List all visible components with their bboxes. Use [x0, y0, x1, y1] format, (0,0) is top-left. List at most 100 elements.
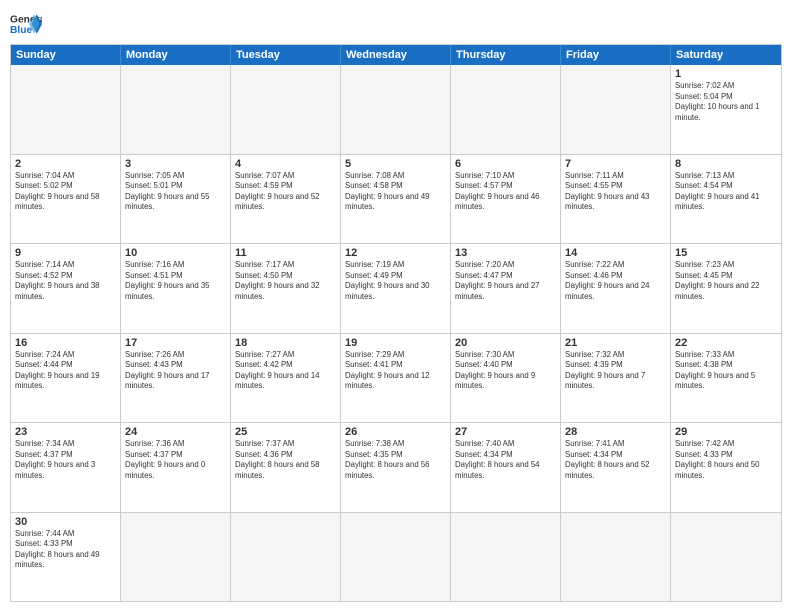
day-info: Sunrise: 7:36 AM Sunset: 4:37 PM Dayligh…	[125, 439, 226, 481]
day-info: Sunrise: 7:13 AM Sunset: 4:54 PM Dayligh…	[675, 171, 777, 213]
logo-icon: General Blue	[10, 10, 42, 38]
calendar-cell	[121, 65, 231, 154]
calendar-cell: 19Sunrise: 7:29 AM Sunset: 4:41 PM Dayli…	[341, 334, 451, 423]
calendar-cell	[121, 513, 231, 602]
day-info: Sunrise: 7:30 AM Sunset: 4:40 PM Dayligh…	[455, 350, 556, 392]
day-info: Sunrise: 7:33 AM Sunset: 4:38 PM Dayligh…	[675, 350, 777, 392]
day-info: Sunrise: 7:17 AM Sunset: 4:50 PM Dayligh…	[235, 260, 336, 302]
svg-text:Blue: Blue	[10, 25, 32, 36]
calendar-cell: 12Sunrise: 7:19 AM Sunset: 4:49 PM Dayli…	[341, 244, 451, 333]
day-number: 3	[125, 158, 226, 170]
calendar-cell: 30Sunrise: 7:44 AM Sunset: 4:33 PM Dayli…	[11, 513, 121, 602]
day-info: Sunrise: 7:11 AM Sunset: 4:55 PM Dayligh…	[565, 171, 666, 213]
calendar-cell: 26Sunrise: 7:38 AM Sunset: 4:35 PM Dayli…	[341, 423, 451, 512]
calendar-cell: 8Sunrise: 7:13 AM Sunset: 4:54 PM Daylig…	[671, 155, 781, 244]
header-day-thursday: Thursday	[451, 45, 561, 65]
calendar-cell: 3Sunrise: 7:05 AM Sunset: 5:01 PM Daylig…	[121, 155, 231, 244]
day-number: 8	[675, 158, 777, 170]
day-info: Sunrise: 7:22 AM Sunset: 4:46 PM Dayligh…	[565, 260, 666, 302]
calendar-cell: 10Sunrise: 7:16 AM Sunset: 4:51 PM Dayli…	[121, 244, 231, 333]
calendar-cell	[671, 513, 781, 602]
day-info: Sunrise: 7:04 AM Sunset: 5:02 PM Dayligh…	[15, 171, 116, 213]
calendar-cell: 7Sunrise: 7:11 AM Sunset: 4:55 PM Daylig…	[561, 155, 671, 244]
calendar: SundayMondayTuesdayWednesdayThursdayFrid…	[10, 44, 782, 602]
day-number: 29	[675, 426, 777, 438]
day-number: 28	[565, 426, 666, 438]
day-info: Sunrise: 7:08 AM Sunset: 4:58 PM Dayligh…	[345, 171, 446, 213]
day-info: Sunrise: 7:14 AM Sunset: 4:52 PM Dayligh…	[15, 260, 116, 302]
calendar-cell: 15Sunrise: 7:23 AM Sunset: 4:45 PM Dayli…	[671, 244, 781, 333]
calendar-cell: 9Sunrise: 7:14 AM Sunset: 4:52 PM Daylig…	[11, 244, 121, 333]
calendar-week-1: 2Sunrise: 7:04 AM Sunset: 5:02 PM Daylig…	[11, 155, 781, 245]
calendar-cell: 20Sunrise: 7:30 AM Sunset: 4:40 PM Dayli…	[451, 334, 561, 423]
calendar-cell: 24Sunrise: 7:36 AM Sunset: 4:37 PM Dayli…	[121, 423, 231, 512]
calendar-cell: 1Sunrise: 7:02 AM Sunset: 5:04 PM Daylig…	[671, 65, 781, 154]
calendar-header: SundayMondayTuesdayWednesdayThursdayFrid…	[11, 45, 781, 65]
calendar-body: 1Sunrise: 7:02 AM Sunset: 5:04 PM Daylig…	[11, 65, 781, 601]
calendar-cell: 4Sunrise: 7:07 AM Sunset: 4:59 PM Daylig…	[231, 155, 341, 244]
day-number: 25	[235, 426, 336, 438]
day-number: 23	[15, 426, 116, 438]
calendar-cell: 6Sunrise: 7:10 AM Sunset: 4:57 PM Daylig…	[451, 155, 561, 244]
calendar-cell: 13Sunrise: 7:20 AM Sunset: 4:47 PM Dayli…	[451, 244, 561, 333]
calendar-week-3: 16Sunrise: 7:24 AM Sunset: 4:44 PM Dayli…	[11, 334, 781, 424]
day-info: Sunrise: 7:27 AM Sunset: 4:42 PM Dayligh…	[235, 350, 336, 392]
calendar-cell	[231, 65, 341, 154]
day-number: 27	[455, 426, 556, 438]
day-info: Sunrise: 7:20 AM Sunset: 4:47 PM Dayligh…	[455, 260, 556, 302]
day-info: Sunrise: 7:34 AM Sunset: 4:37 PM Dayligh…	[15, 439, 116, 481]
day-info: Sunrise: 7:37 AM Sunset: 4:36 PM Dayligh…	[235, 439, 336, 481]
day-info: Sunrise: 7:29 AM Sunset: 4:41 PM Dayligh…	[345, 350, 446, 392]
day-number: 15	[675, 247, 777, 259]
day-number: 26	[345, 426, 446, 438]
calendar-cell: 21Sunrise: 7:32 AM Sunset: 4:39 PM Dayli…	[561, 334, 671, 423]
calendar-week-4: 23Sunrise: 7:34 AM Sunset: 4:37 PM Dayli…	[11, 423, 781, 513]
calendar-week-0: 1Sunrise: 7:02 AM Sunset: 5:04 PM Daylig…	[11, 65, 781, 155]
day-info: Sunrise: 7:16 AM Sunset: 4:51 PM Dayligh…	[125, 260, 226, 302]
day-info: Sunrise: 7:19 AM Sunset: 4:49 PM Dayligh…	[345, 260, 446, 302]
day-info: Sunrise: 7:24 AM Sunset: 4:44 PM Dayligh…	[15, 350, 116, 392]
header-day-sunday: Sunday	[11, 45, 121, 65]
day-info: Sunrise: 7:44 AM Sunset: 4:33 PM Dayligh…	[15, 529, 116, 571]
day-number: 2	[15, 158, 116, 170]
calendar-cell	[451, 513, 561, 602]
calendar-cell: 28Sunrise: 7:41 AM Sunset: 4:34 PM Dayli…	[561, 423, 671, 512]
logo: General Blue	[10, 10, 42, 38]
day-number: 18	[235, 337, 336, 349]
day-info: Sunrise: 7:32 AM Sunset: 4:39 PM Dayligh…	[565, 350, 666, 392]
day-number: 22	[675, 337, 777, 349]
day-number: 24	[125, 426, 226, 438]
day-number: 4	[235, 158, 336, 170]
day-info: Sunrise: 7:23 AM Sunset: 4:45 PM Dayligh…	[675, 260, 777, 302]
day-info: Sunrise: 7:38 AM Sunset: 4:35 PM Dayligh…	[345, 439, 446, 481]
day-info: Sunrise: 7:41 AM Sunset: 4:34 PM Dayligh…	[565, 439, 666, 481]
calendar-cell: 5Sunrise: 7:08 AM Sunset: 4:58 PM Daylig…	[341, 155, 451, 244]
day-number: 10	[125, 247, 226, 259]
calendar-cell: 18Sunrise: 7:27 AM Sunset: 4:42 PM Dayli…	[231, 334, 341, 423]
day-number: 1	[675, 68, 777, 80]
calendar-cell: 27Sunrise: 7:40 AM Sunset: 4:34 PM Dayli…	[451, 423, 561, 512]
calendar-cell	[561, 65, 671, 154]
day-number: 16	[15, 337, 116, 349]
day-info: Sunrise: 7:26 AM Sunset: 4:43 PM Dayligh…	[125, 350, 226, 392]
calendar-cell: 29Sunrise: 7:42 AM Sunset: 4:33 PM Dayli…	[671, 423, 781, 512]
header-day-monday: Monday	[121, 45, 231, 65]
day-info: Sunrise: 7:10 AM Sunset: 4:57 PM Dayligh…	[455, 171, 556, 213]
calendar-cell: 11Sunrise: 7:17 AM Sunset: 4:50 PM Dayli…	[231, 244, 341, 333]
calendar-cell	[11, 65, 121, 154]
day-number: 13	[455, 247, 556, 259]
day-number: 21	[565, 337, 666, 349]
day-info: Sunrise: 7:40 AM Sunset: 4:34 PM Dayligh…	[455, 439, 556, 481]
day-number: 7	[565, 158, 666, 170]
calendar-cell: 17Sunrise: 7:26 AM Sunset: 4:43 PM Dayli…	[121, 334, 231, 423]
calendar-cell	[231, 513, 341, 602]
calendar-cell	[341, 65, 451, 154]
day-number: 12	[345, 247, 446, 259]
day-number: 19	[345, 337, 446, 349]
header-day-saturday: Saturday	[671, 45, 781, 65]
calendar-cell: 22Sunrise: 7:33 AM Sunset: 4:38 PM Dayli…	[671, 334, 781, 423]
day-info: Sunrise: 7:05 AM Sunset: 5:01 PM Dayligh…	[125, 171, 226, 213]
calendar-week-5: 30Sunrise: 7:44 AM Sunset: 4:33 PM Dayli…	[11, 513, 781, 602]
day-info: Sunrise: 7:42 AM Sunset: 4:33 PM Dayligh…	[675, 439, 777, 481]
day-number: 6	[455, 158, 556, 170]
